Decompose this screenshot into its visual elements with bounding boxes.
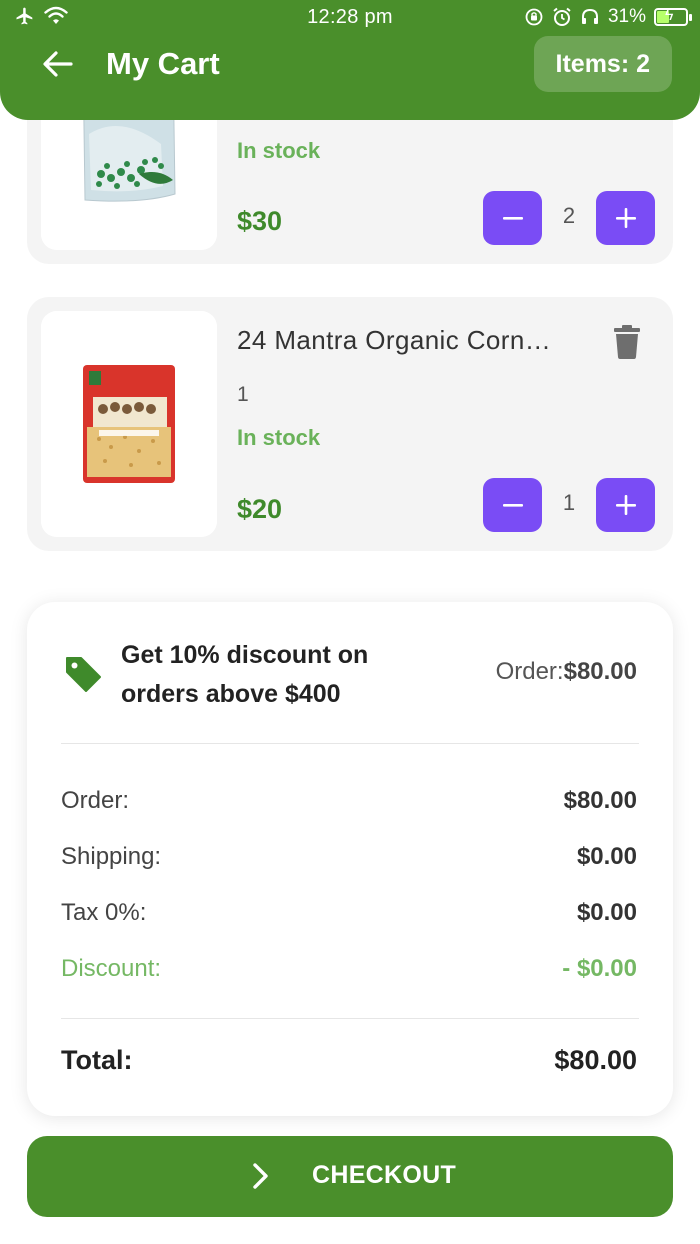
checkout-button[interactable]: CHECKOUT [27, 1136, 673, 1217]
chevron-right-icon [253, 1163, 268, 1189]
tax-label: Tax 0%: [61, 899, 147, 926]
quantity-stepper: 2 [483, 191, 655, 245]
trash-icon [614, 325, 640, 359]
tag-icon [63, 654, 103, 694]
quantity-stepper: 1 [483, 478, 655, 532]
items-count-badge[interactable]: Items: 2 [533, 36, 672, 92]
decrease-quantity-button[interactable] [483, 478, 542, 532]
decrease-quantity-button[interactable] [483, 191, 542, 245]
total-label: Total: [61, 1045, 133, 1075]
divider [61, 1018, 639, 1019]
cart-item[interactable]: 24 Mantra Organic Corn… 1 In stock $20 1 [27, 297, 673, 551]
app-header: 12:28 pm 31% ϟ My Cart Items: 2 [0, 0, 700, 120]
summary-row-order: Order: $80.00 [61, 787, 637, 821]
promo-message: Get 10% discount on orders above $400 [121, 641, 369, 708]
headphones-icon [581, 8, 598, 24]
discount-label: Discount: [61, 955, 162, 982]
stock-status: In stock [237, 425, 321, 450]
alarm-icon [553, 7, 571, 26]
increase-quantity-button[interactable] [596, 191, 655, 245]
screen-rotation-lock-icon [525, 8, 543, 26]
promo-order-value: $80.00 [563, 658, 637, 685]
increase-quantity-button[interactable] [596, 478, 655, 532]
stock-status: In stock [237, 138, 321, 163]
status-bar: 12:28 pm 31% ϟ [0, 0, 700, 36]
cart-screen: In stock $30 2 24 Mantra Organic Corn… 1… [0, 0, 700, 1244]
product-price: $20 [237, 494, 283, 524]
product-quantity-text: 1 [237, 383, 249, 406]
product-image [41, 311, 217, 537]
total-value: $80.00 [554, 1045, 637, 1075]
quantity-value: 1 [562, 490, 576, 515]
checkout-label: CHECKOUT [312, 1161, 457, 1189]
back-button[interactable] [36, 44, 80, 84]
page-title: My Cart [106, 46, 220, 81]
arrow-left-icon [43, 51, 73, 77]
product-name: 24 Mantra Organic Corn… [237, 325, 552, 355]
promo-order-total: Order:$80.00 [496, 658, 637, 686]
minus-icon [502, 217, 523, 220]
summary-row-discount: Discount: - $0.00 [61, 955, 637, 989]
promo-order-label: Order: [495, 658, 564, 685]
summary-row-total: Total: $80.00 [61, 1045, 637, 1079]
order-summary: Get 10% discount on orders above $400 Or… [27, 602, 673, 1116]
order-value: $80.00 [563, 787, 637, 814]
product-price: $30 [237, 206, 283, 236]
tax-value: $0.00 [576, 899, 637, 926]
shipping-value: $0.00 [576, 843, 637, 870]
minus-icon [502, 504, 523, 507]
delete-item-button[interactable] [613, 325, 641, 359]
quantity-value: 2 [562, 203, 576, 228]
battery-charging-icon: ϟ [654, 7, 692, 26]
bolt-icon: ϟ [665, 7, 674, 24]
plus-icon [615, 208, 636, 228]
summary-row-shipping: Shipping: $0.00 [61, 843, 637, 877]
summary-row-tax: Tax 0%: $0.00 [61, 899, 637, 933]
divider [61, 743, 639, 744]
plus-icon [615, 495, 636, 515]
order-label: Order: [61, 787, 130, 814]
discount-value: - $0.00 [562, 955, 637, 982]
battery-percent: 31% [607, 6, 646, 27]
shipping-label: Shipping: [61, 843, 162, 870]
